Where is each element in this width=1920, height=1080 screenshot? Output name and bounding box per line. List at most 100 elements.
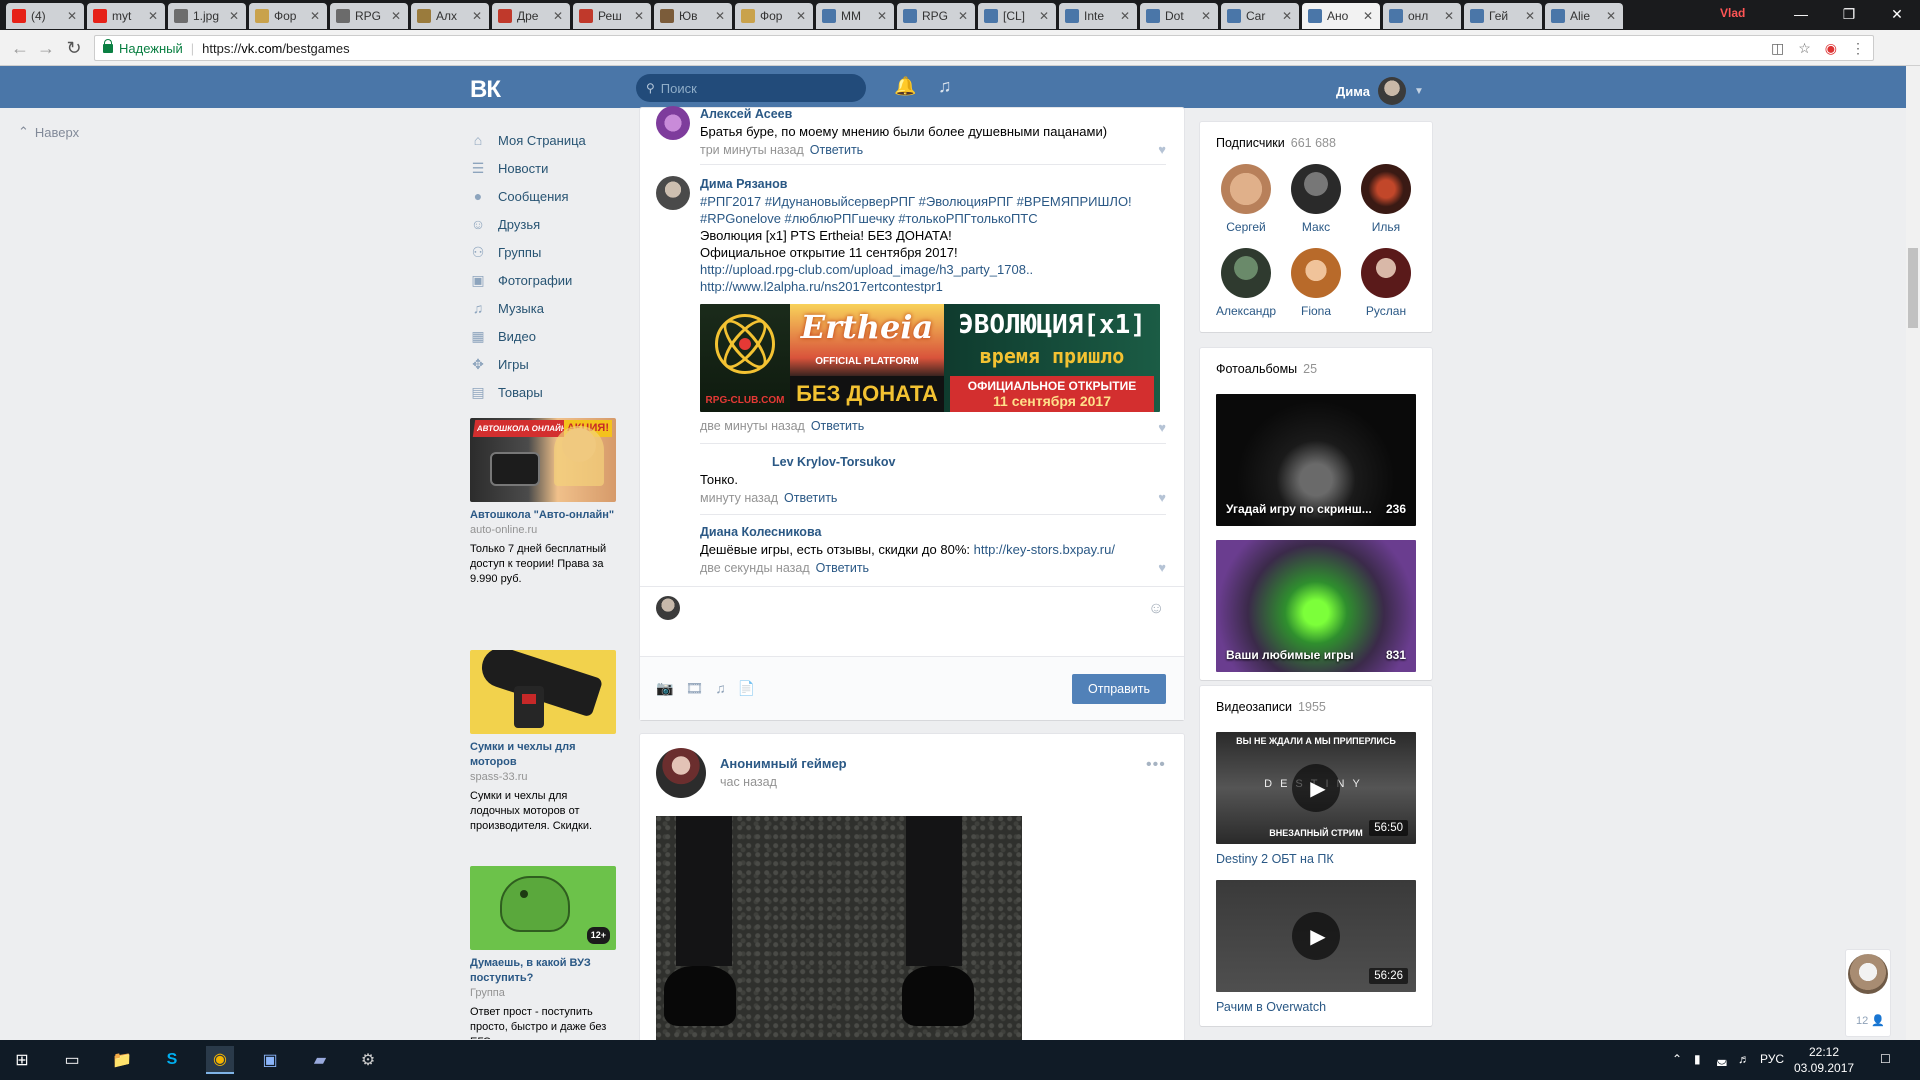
browser-tab[interactable]: Фор ✕ — [735, 3, 813, 29]
video-thumbnail[interactable]: ▶ 56:26 — [1216, 880, 1416, 992]
subscriber-name[interactable]: Илья — [1356, 220, 1416, 234]
notifications-bell-icon[interactable]: 🔔 — [894, 76, 916, 97]
browser-tab[interactable]: Юв ✕ — [654, 3, 732, 29]
chat-bubble[interactable]: 12 👤 — [1846, 950, 1890, 1036]
chrome-icon[interactable]: ◉ — [206, 1046, 234, 1074]
subscriber[interactable]: Руслан — [1356, 248, 1416, 318]
browser-tab[interactable]: Ано ✕ — [1302, 3, 1380, 29]
reply-link[interactable]: Ответить — [816, 561, 869, 575]
tab-close-icon[interactable]: ✕ — [1117, 9, 1133, 23]
close-window-button[interactable]: ✕ — [1874, 0, 1920, 28]
browser-tab[interactable]: myt ✕ — [87, 3, 165, 29]
clock[interactable]: 22:12 03.09.2017 — [1794, 1044, 1854, 1076]
comment-link[interactable]: http://key-stors.bxpay.ru/ — [974, 542, 1115, 557]
tab-close-icon[interactable]: ✕ — [1360, 9, 1376, 23]
send-button[interactable]: Отправить — [1072, 674, 1166, 704]
forward-button[interactable]: → — [34, 36, 58, 60]
file-explorer-icon[interactable]: 📁 — [108, 1046, 136, 1074]
tab-close-icon[interactable]: ✕ — [631, 9, 647, 23]
action-center-icon[interactable]: ☐ — [1880, 1052, 1891, 1066]
avatar[interactable] — [1221, 248, 1271, 298]
battery-icon[interactable]: ▮ — [1694, 1052, 1701, 1066]
browser-tab[interactable]: RPG ✕ — [897, 3, 975, 29]
tab-close-icon[interactable]: ✕ — [1036, 9, 1052, 23]
sidebar-item-home[interactable]: ⌂ Моя Страница — [470, 126, 620, 154]
task-view-icon[interactable]: ▭ — [58, 1046, 86, 1074]
subscriber-name[interactable]: Fiona — [1286, 304, 1346, 318]
wifi-icon[interactable]: ◛ — [1716, 1052, 1728, 1066]
avatar[interactable] — [1848, 954, 1888, 994]
sidebar-item-news[interactable]: ☰ Новости — [470, 154, 620, 182]
video-icon[interactable]: 🎞 — [685, 680, 703, 697]
subscriber[interactable]: Сергей — [1216, 164, 1276, 234]
subscribers-title[interactable]: Подписчики 661 688 — [1216, 136, 1336, 150]
tab-close-icon[interactable]: ✕ — [469, 9, 485, 23]
comment-link[interactable]: http://upload.rpg-club.com/upload_image/… — [700, 261, 1160, 278]
reply-link[interactable]: Ответить — [810, 143, 863, 157]
browser-tab[interactable]: 1.jpg ✕ — [168, 3, 246, 29]
video-thumbnail[interactable]: ВЫ НЕ ЖДАЛИ А МЫ ПРИПЕРЛИСЬ DESTINY ВНЕЗ… — [1216, 732, 1416, 844]
avatar[interactable] — [1291, 248, 1341, 298]
windows-start-icon[interactable]: ⊞ — [8, 1046, 36, 1074]
volume-icon[interactable]: ♬ — [1738, 1052, 1750, 1066]
tab-close-icon[interactable]: ✕ — [145, 9, 161, 23]
comment-link[interactable]: http://www.l2alpha.ru/ns2017ertcontestpr… — [700, 278, 1160, 295]
browser-tab[interactable]: ММ ✕ — [816, 3, 894, 29]
avatar[interactable] — [656, 106, 690, 140]
comment-author[interactable]: Алексей Асеев — [700, 106, 1160, 123]
albums-title[interactable]: Фотоальбомы 25 — [1216, 362, 1317, 376]
camera-icon[interactable]: 📷 — [656, 680, 673, 697]
page-scrollbar-thumb[interactable] — [1908, 248, 1918, 328]
like-heart-icon[interactable]: ♥ — [1158, 420, 1166, 435]
browser-tab[interactable]: Inte ✕ — [1059, 3, 1137, 29]
browser-tab[interactable]: онл ✕ — [1383, 3, 1461, 29]
sidebar-item-messages[interactable]: ● Сообщения — [470, 182, 620, 210]
ad-title[interactable]: Автошкола "Авто-онлайн" — [470, 508, 616, 523]
subscriber-name[interactable]: Александр — [1216, 304, 1276, 318]
sidebar-item-gamepad[interactable]: ✥ Игры — [470, 350, 620, 378]
ad-title[interactable]: Думаешь, в какой ВУЗ поступить? — [470, 956, 616, 986]
like-heart-icon[interactable]: ♥ — [1158, 490, 1166, 505]
extension-icon[interactable]: ◉ — [1825, 40, 1837, 57]
subscriber[interactable]: Александр — [1216, 248, 1276, 318]
vk-logo[interactable]: ВК — [470, 76, 501, 104]
tab-close-icon[interactable]: ✕ — [712, 9, 728, 23]
avatar[interactable] — [1361, 164, 1411, 214]
ad-image[interactable] — [470, 650, 616, 734]
tab-close-icon[interactable]: ✕ — [1522, 9, 1538, 23]
sidebar-item-friends[interactable]: ☺ Друзья — [470, 210, 620, 238]
browser-tab[interactable]: Car ✕ — [1221, 3, 1299, 29]
back-button[interactable]: ← — [8, 36, 32, 60]
play-icon[interactable]: ▶ — [1292, 912, 1340, 960]
ad-title[interactable]: Сумки и чехлы для моторов — [470, 740, 616, 770]
play-icon[interactable]: ▶ — [1292, 764, 1340, 812]
browser-tab[interactable]: RPG ✕ — [330, 3, 408, 29]
subscriber-name[interactable]: Руслан — [1356, 304, 1416, 318]
ad-image[interactable]: 12+ — [470, 866, 616, 950]
avatar[interactable] — [1221, 164, 1271, 214]
browser-tab[interactable]: Alie ✕ — [1545, 3, 1623, 29]
videos-title[interactable]: Видеозаписи 1955 — [1216, 700, 1326, 714]
tab-close-icon[interactable]: ✕ — [307, 9, 323, 23]
tab-close-icon[interactable]: ✕ — [64, 9, 80, 23]
tray-chevron-icon[interactable]: ⌃ — [1672, 1052, 1682, 1066]
translate-icon[interactable]: ◫ — [1771, 40, 1784, 57]
ad-image[interactable]: АВТОШКОЛА ОНЛАЙН АКЦИЯ! — [470, 418, 616, 502]
subscriber[interactable]: Илья — [1356, 164, 1416, 234]
subscriber[interactable]: Макс — [1286, 164, 1346, 234]
sidebar-item-bag[interactable]: ▤ Товары — [470, 378, 620, 406]
tab-close-icon[interactable]: ✕ — [793, 9, 809, 23]
browser-profile-chip[interactable]: Vlad — [1720, 6, 1745, 20]
more-options-icon[interactable]: ••• — [1146, 756, 1166, 774]
browser-tab[interactable]: [CL] ✕ — [978, 3, 1056, 29]
tab-close-icon[interactable]: ✕ — [874, 9, 890, 23]
app-icon[interactable]: ⚙ — [354, 1046, 382, 1074]
tab-close-icon[interactable]: ✕ — [955, 9, 971, 23]
browser-tab[interactable]: Алх ✕ — [411, 3, 489, 29]
avatar[interactable] — [1291, 164, 1341, 214]
video-title[interactable]: Рачим в Overwatch — [1216, 1000, 1326, 1014]
comment-author[interactable]: Lev Krylov-Torsukov — [772, 454, 1160, 471]
album-thumbnail[interactable]: Угадай игру по скринш... 236 — [1216, 394, 1416, 526]
browser-tab[interactable]: Гей ✕ — [1464, 3, 1542, 29]
bookmark-star-icon[interactable]: ☆ — [1798, 40, 1811, 57]
